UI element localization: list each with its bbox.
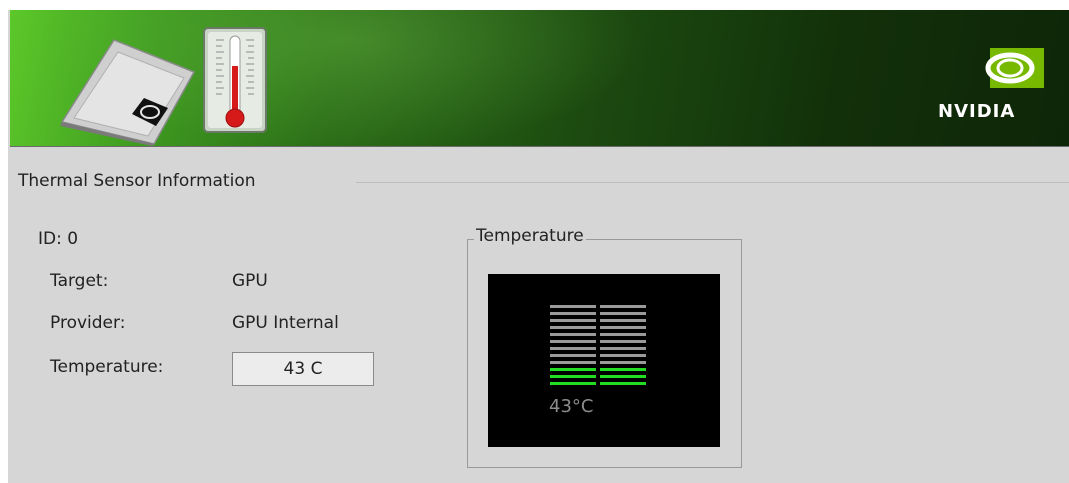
chip-icon (60, 39, 196, 146)
provider-label: Provider: (50, 313, 126, 333)
gauge-segment (550, 333, 596, 336)
gauge-segment (550, 340, 596, 343)
gauge-segment (550, 375, 596, 378)
nvidia-logo-icon (985, 48, 1044, 88)
brand-wordmark: NVIDIA (938, 101, 1016, 122)
thermometer-icon (203, 27, 267, 133)
target-label: Target: (50, 271, 109, 291)
gauge-segment (550, 361, 596, 364)
gauge-segment (550, 305, 596, 308)
gauge-segment (600, 368, 646, 371)
gauge-segment (550, 347, 596, 350)
gauge-readout: 43°C (549, 396, 594, 417)
header-banner: NVIDIA (10, 10, 1069, 147)
provider-value: GPU Internal (232, 313, 339, 333)
gauge-segment (600, 354, 646, 357)
temperature-group-title: Temperature (474, 226, 586, 246)
sensor-id: ID: 0 (38, 229, 79, 249)
temperature-label: Temperature: (50, 357, 164, 377)
section-divider (356, 182, 1069, 183)
gauge-segment (550, 368, 596, 371)
gauge-segment (550, 382, 596, 385)
gauge-segment (550, 354, 596, 357)
gauge-segment (600, 326, 646, 329)
gauge-segment (600, 319, 646, 322)
gauge-segment (600, 347, 646, 350)
gauge-segment (600, 312, 646, 315)
temperature-gauge (488, 274, 720, 447)
gauge-segment (600, 333, 646, 336)
section-title: Thermal Sensor Information (18, 171, 256, 191)
gauge-segment (550, 326, 596, 329)
temperature-value-field: 43 C (232, 352, 374, 386)
gauge-segment (600, 305, 646, 308)
gauge-segment (550, 319, 596, 322)
gauge-segment (600, 375, 646, 378)
gauge-segment (600, 340, 646, 343)
gauge-segment (600, 361, 646, 364)
target-value: GPU (232, 271, 268, 291)
gauge-segment (600, 382, 646, 385)
gauge-segment (550, 312, 596, 315)
